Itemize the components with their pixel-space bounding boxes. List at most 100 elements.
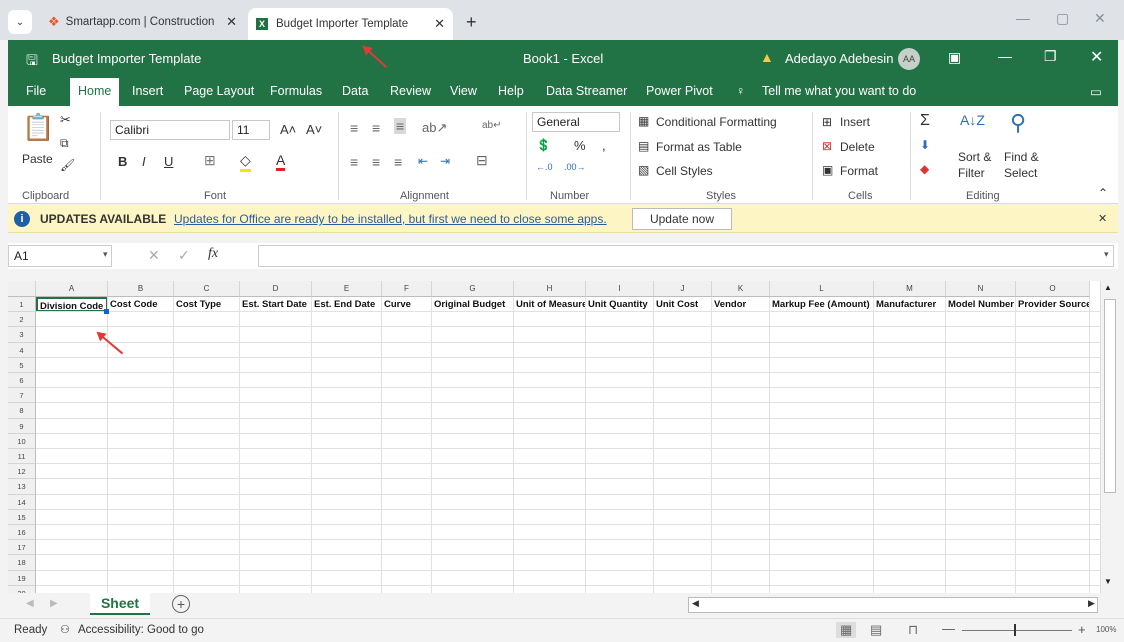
scroll-right-icon[interactable]: ▶ [1088, 598, 1095, 609]
column-header-h[interactable]: H [514, 281, 586, 297]
column-header-b[interactable]: B [108, 281, 174, 297]
borders-icon[interactable]: ⊞ [204, 152, 216, 169]
clear-icon[interactable]: ◆ [920, 162, 929, 176]
format-painter-icon[interactable]: 🖌 [60, 158, 75, 172]
align-center-icon[interactable]: ≡ [372, 154, 380, 170]
comma-style-icon[interactable]: , [602, 138, 606, 153]
tab-data[interactable]: Data [342, 84, 368, 98]
collapse-ribbon-icon[interactable]: ⌃ [1098, 186, 1108, 200]
merge-center-icon[interactable]: ⊟ [476, 152, 488, 169]
underline-icon[interactable]: U [164, 154, 173, 169]
column-header-n[interactable]: N [946, 281, 1016, 297]
column-header-f[interactable]: F [382, 281, 432, 297]
fill-color-icon[interactable]: ◇ [240, 152, 251, 172]
column-header-c[interactable]: C [174, 281, 240, 297]
row-header[interactable]: 7 [8, 388, 36, 404]
update-now-button[interactable]: Update now [632, 208, 732, 230]
paste-button[interactable]: Paste [22, 152, 53, 166]
orientation-icon[interactable]: ab↗ [422, 120, 447, 136]
row-header[interactable]: 5 [8, 357, 36, 373]
header-cell[interactable]: Model Number [946, 297, 1016, 313]
row-header[interactable]: 6 [8, 373, 36, 389]
column-header-d[interactable]: D [240, 281, 312, 297]
font-name-select[interactable]: Calibri [110, 120, 230, 140]
row-header[interactable]: 18 [8, 555, 36, 571]
ribbon-display-icon[interactable]: ▣ [948, 49, 961, 66]
header-cell[interactable]: Est. End Date [312, 297, 382, 313]
name-box[interactable]: A1 [8, 245, 112, 267]
tab-view[interactable]: View [450, 84, 477, 98]
row-header[interactable]: 2 [8, 312, 36, 328]
increase-indent-icon[interactable]: ⇥ [440, 154, 450, 168]
cancel-icon[interactable]: ✕ [148, 247, 160, 264]
comments-icon[interactable]: ▭ [1090, 84, 1102, 99]
zoom-level[interactable]: 100% [1096, 625, 1116, 634]
sheet-tab[interactable]: Sheet [90, 593, 150, 615]
select-all-corner[interactable] [8, 281, 36, 297]
close-icon[interactable]: ✕ [226, 14, 237, 30]
row-header[interactable]: 13 [8, 479, 36, 495]
sort-filter-button-line2[interactable]: Filter [958, 166, 985, 180]
font-size-select[interactable]: 11 [232, 120, 270, 140]
row-header[interactable]: 4 [8, 342, 36, 358]
insert-function-icon[interactable]: fx [208, 246, 218, 262]
tab-power-pivot[interactable]: Power Pivot [646, 84, 713, 98]
fill-icon[interactable]: ⬇ [920, 138, 930, 152]
decrease-font-icon[interactable]: A˅ [306, 122, 322, 137]
decrease-decimal-icon[interactable]: .00→ [564, 162, 586, 172]
scroll-up-icon[interactable]: ▲ [1104, 283, 1112, 292]
conditional-formatting-button[interactable]: Conditional Formatting [656, 115, 777, 129]
row-header[interactable]: 10 [8, 433, 36, 449]
header-cell[interactable]: Cost Code [108, 297, 174, 313]
spreadsheet-grid[interactable]: ABCDEFGHIJKLMNO 1 2 3 4 5 6 7 8 9 10 11 12 13 14 15 16 1… [8, 281, 1118, 593]
align-bottom-icon[interactable]: ≡ [394, 118, 407, 134]
insert-cells-button[interactable]: Insert [840, 115, 870, 129]
column-header-j[interactable]: J [654, 281, 712, 297]
column-header-m[interactable]: M [874, 281, 946, 297]
sort-filter-button[interactable]: Sort & [958, 150, 991, 164]
restore-icon[interactable]: ▢ [1056, 10, 1069, 27]
header-cell[interactable]: Unit of Measure [514, 297, 586, 313]
tab-list-button[interactable]: ⌄ [8, 10, 32, 34]
row-header[interactable]: 19 [8, 570, 36, 586]
minimize-icon[interactable]: — [1016, 10, 1030, 26]
enter-icon[interactable]: ✓ [178, 247, 190, 264]
column-header-o[interactable]: O [1016, 281, 1090, 297]
page-break-view-icon[interactable]: ⊓ [908, 622, 918, 638]
paste-icon[interactable]: 📋 [22, 112, 54, 143]
decrease-indent-icon[interactable]: ⇤ [418, 154, 428, 168]
autosum-icon[interactable]: Σ [920, 112, 930, 130]
align-right-icon[interactable]: ≡ [394, 154, 402, 170]
align-left-icon[interactable]: ≡ [350, 154, 358, 170]
copy-icon[interactable]: ⧉ [60, 136, 69, 151]
add-sheet-icon[interactable]: + [172, 595, 190, 613]
tab-insert[interactable]: Insert [132, 84, 163, 98]
percent-icon[interactable]: % [574, 138, 586, 153]
tab-help[interactable]: Help [498, 84, 524, 98]
row-header[interactable]: 1 [8, 297, 36, 313]
horizontal-scrollbar[interactable] [688, 597, 1098, 613]
vertical-scrollbar[interactable]: ▲ ▼ [1100, 281, 1118, 593]
row-header[interactable]: 17 [8, 540, 36, 556]
scroll-down-icon[interactable]: ▼ [1104, 577, 1112, 586]
scroll-left-icon[interactable]: ◀ [692, 598, 699, 609]
tab-home[interactable]: Home [70, 78, 120, 106]
chevron-down-icon[interactable]: ▾ [103, 249, 108, 260]
close-icon[interactable]: ✕ [1098, 212, 1107, 225]
row-header[interactable]: 9 [8, 418, 36, 434]
column-header-g[interactable]: G [432, 281, 514, 297]
header-cell[interactable]: Curve [382, 297, 432, 313]
row-header[interactable]: 11 [8, 449, 36, 465]
delete-cells-button[interactable]: Delete [840, 140, 875, 154]
tab-file[interactable]: File [26, 84, 46, 98]
find-select-button-line2[interactable]: Select [1004, 166, 1037, 180]
wrap-text-icon[interactable]: ab↵ [482, 120, 502, 131]
italic-icon[interactable]: I [142, 154, 146, 169]
scrollbar-thumb[interactable] [1104, 299, 1116, 493]
prev-sheet-icon[interactable]: ◀ [26, 598, 34, 609]
row-header[interactable]: 16 [8, 525, 36, 541]
header-cell[interactable]: Est. Start Date [240, 297, 312, 313]
row-header[interactable]: 8 [8, 403, 36, 419]
increase-font-icon[interactable]: A˄ [280, 122, 296, 137]
normal-view-icon[interactable]: ▦ [836, 622, 857, 638]
